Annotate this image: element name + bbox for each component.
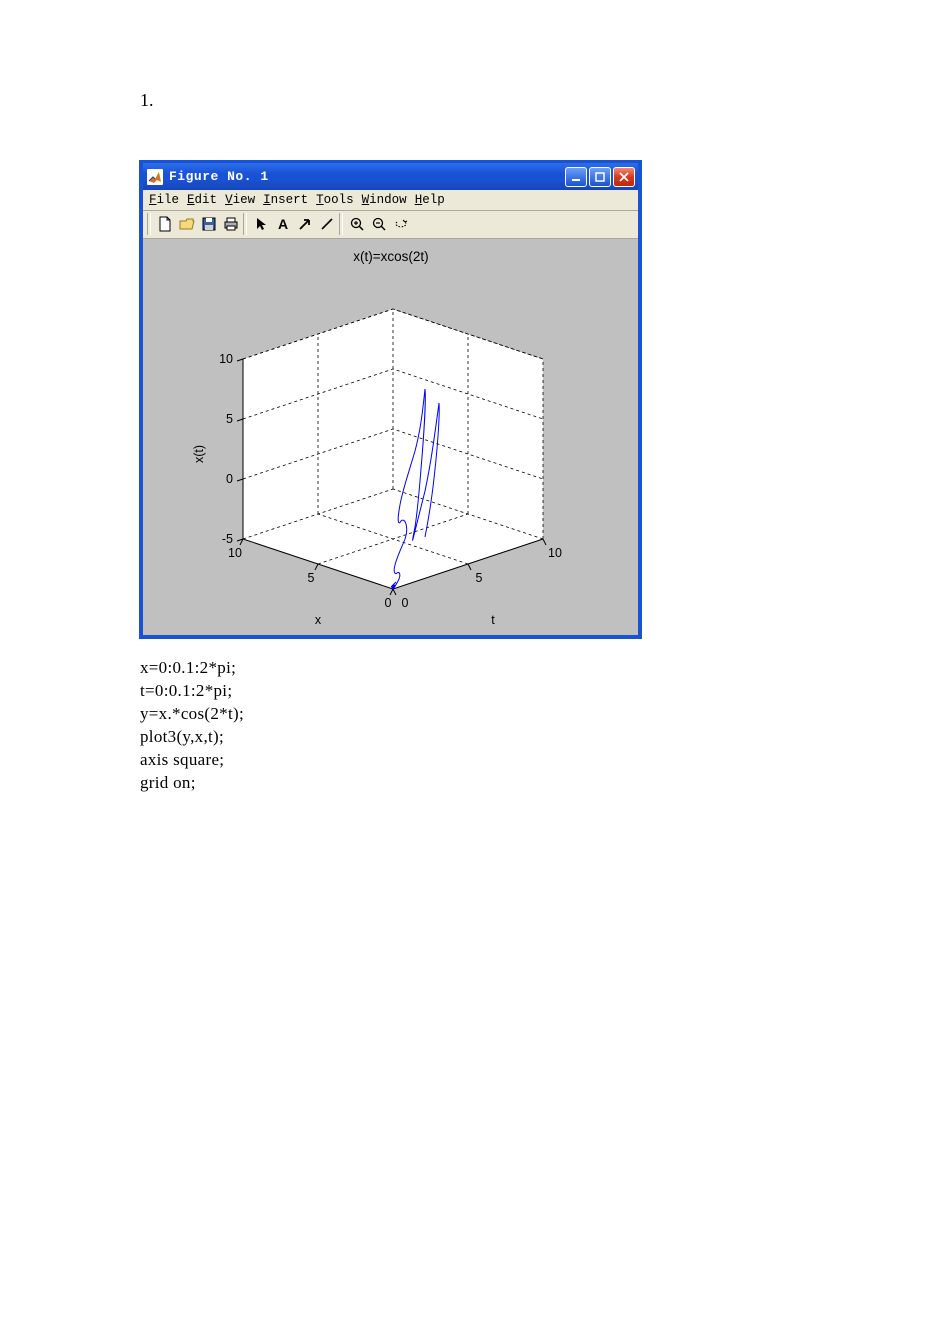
x-tick-0: 0 [385,596,392,610]
window-title: Figure No. 1 [169,169,565,184]
save-icon[interactable] [198,213,220,235]
t-tick-10: 10 [548,546,562,560]
code-line: plot3(y,x,t); [140,725,945,748]
code-listing: x=0:0.1:2*pi; t=0:0.1:2*pi; y=x.*cos(2*t… [140,656,945,794]
x-axis-label: x [315,613,322,627]
t-axis-label: t [491,613,495,627]
minimize-button[interactable] [565,167,587,187]
menu-edit[interactable]: Edit [187,193,217,207]
toolbar-separator [243,213,247,235]
z-tick-10: 10 [219,352,233,366]
menu-insert[interactable]: Insert [263,193,308,207]
arrow-ne-icon[interactable] [294,213,316,235]
arrow-cursor-icon[interactable] [250,213,272,235]
matlab-figure-window: Figure No. 1 File Edit View Insert Tools… [140,161,641,638]
text-a-icon[interactable]: A [272,213,294,235]
matlab-icon [147,169,163,185]
z-axis-label: x(t) [192,445,206,463]
toolbar: A [143,211,638,239]
rotate-3d-icon[interactable] [390,213,412,235]
svg-text:A: A [278,216,288,232]
new-file-icon[interactable] [154,213,176,235]
t-tick-0: 0 [402,596,409,610]
toolbar-separator [147,213,151,235]
line-icon[interactable] [316,213,338,235]
close-button[interactable] [613,167,635,187]
menu-tools[interactable]: Tools [316,193,354,207]
menu-bar: File Edit View Insert Tools Window Help [143,190,638,211]
zoom-in-icon[interactable] [346,213,368,235]
z-tick-5: 5 [226,412,233,426]
code-line: t=0:0.1:2*pi; [140,679,945,702]
document-page: 1. Figure No. 1 [0,0,945,1337]
toolbar-separator [339,213,343,235]
menu-file[interactable]: File [149,193,179,207]
code-line: x=0:0.1:2*pi; [140,656,945,679]
axes-3d[interactable]: x(t)=xcos(2t) -5 0 5 10 0 5 10 0 5 10 x … [143,239,638,635]
x-tick-5: 5 [308,571,315,585]
code-line: y=x.*cos(2*t); [140,702,945,725]
x-tick-10: 10 [228,546,242,560]
code-line: axis square; [140,748,945,771]
open-file-icon[interactable] [176,213,198,235]
menu-view[interactable]: View [225,193,255,207]
code-line: grid on; [140,771,945,794]
maximize-button[interactable] [589,167,611,187]
t-tick-5: 5 [476,571,483,585]
print-icon[interactable] [220,213,242,235]
menu-window[interactable]: Window [362,193,407,207]
z-tick-minus5: -5 [222,532,233,546]
page-number: 1. [140,90,945,111]
menu-help[interactable]: Help [415,193,445,207]
window-titlebar[interactable]: Figure No. 1 [143,163,638,190]
z-tick-0: 0 [226,472,233,486]
zoom-out-icon[interactable] [368,213,390,235]
plot-title: x(t)=xcos(2t) [353,249,428,264]
